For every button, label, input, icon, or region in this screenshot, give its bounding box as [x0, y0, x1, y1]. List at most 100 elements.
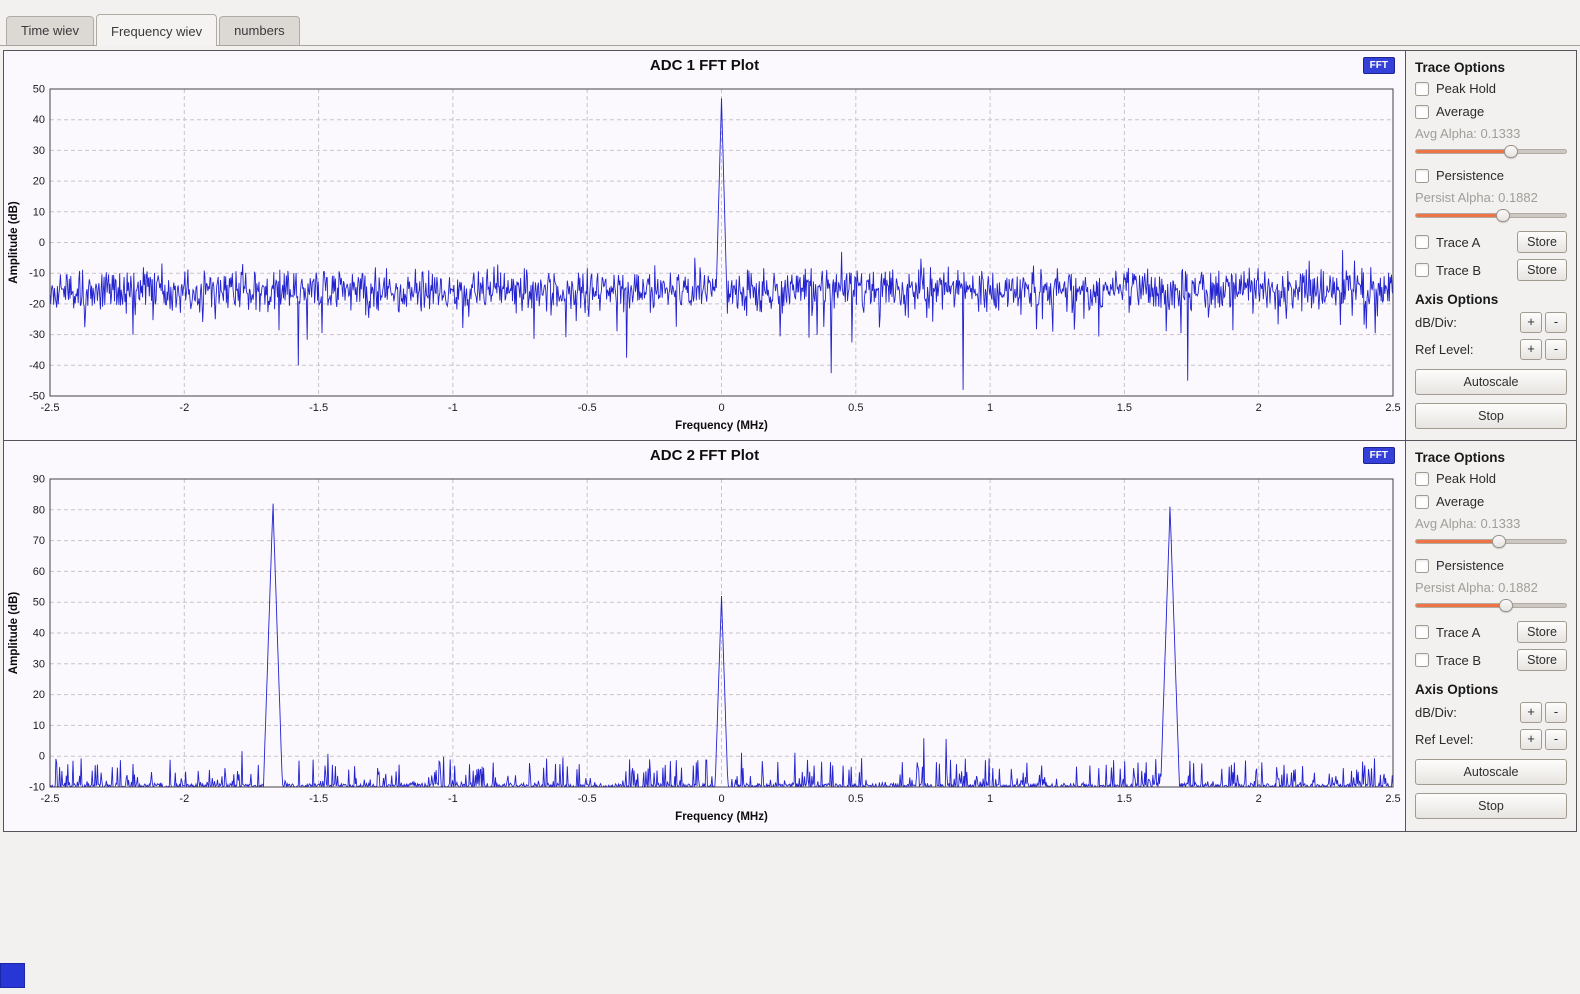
- ref-level-row: Ref Level: + -: [1415, 336, 1567, 363]
- fft-chart-adc1[interactable]: -50-40-30-20-1001020304050-2.5-2-1.5-1-0…: [4, 79, 1405, 440]
- y-tick-label: 60: [33, 566, 45, 578]
- slider-fill: [1416, 604, 1506, 607]
- persistence-row[interactable]: Persistence: [1415, 554, 1567, 577]
- peak-hold-checkbox[interactable]: [1415, 82, 1429, 96]
- ref-level-plus-button[interactable]: +: [1520, 339, 1542, 360]
- average-checkbox[interactable]: [1415, 105, 1429, 119]
- average-checkbox[interactable]: [1415, 495, 1429, 509]
- y-tick-label: 10: [33, 720, 45, 732]
- x-tick-label: 1: [987, 793, 993, 805]
- ref-level-minus-button[interactable]: -: [1545, 729, 1567, 750]
- peak-hold-row[interactable]: Peak Hold: [1415, 467, 1567, 490]
- x-axis-label: Frequency (MHz): [675, 420, 768, 432]
- peak-hold-row[interactable]: Peak Hold: [1415, 77, 1567, 100]
- slider-handle[interactable]: [1496, 209, 1510, 222]
- trace-controls-adc1: Trace Options Peak Hold Average Avg Alph…: [1406, 51, 1576, 440]
- y-tick-label: 30: [33, 145, 45, 157]
- y-tick-label: 50: [33, 597, 45, 609]
- persist-alpha-slider[interactable]: [1415, 598, 1567, 613]
- y-tick-label: 20: [33, 689, 45, 701]
- slider-handle[interactable]: [1499, 599, 1513, 612]
- db-div-minus-button[interactable]: -: [1545, 312, 1567, 333]
- trace-a-store-button[interactable]: Store: [1517, 231, 1567, 253]
- average-label: Average: [1436, 494, 1484, 509]
- persist-alpha-label: Persist Alpha: 0.1882: [1415, 577, 1567, 597]
- y-tick-label: 30: [33, 658, 45, 670]
- tab-time-view[interactable]: Time wiev: [6, 16, 94, 45]
- ref-level-buttons: + -: [1520, 339, 1567, 360]
- trace-a-row: Trace A Store: [1415, 618, 1567, 646]
- db-div-plus-button[interactable]: +: [1520, 312, 1542, 333]
- average-label: Average: [1436, 104, 1484, 119]
- average-row[interactable]: Average: [1415, 490, 1567, 513]
- trace-b-checkbox[interactable]: [1415, 263, 1429, 277]
- avg-alpha-label: Avg Alpha: 0.1333: [1415, 513, 1567, 533]
- y-tick-label: 20: [33, 176, 45, 188]
- application-window: { "window": { "background": "#f2f1f0", "…: [0, 0, 1580, 994]
- x-tick-label: 1.5: [1117, 793, 1132, 805]
- persistence-checkbox[interactable]: [1415, 559, 1429, 573]
- autoscale-button[interactable]: Autoscale: [1415, 759, 1567, 785]
- chart-bg: [4, 469, 1405, 831]
- db-div-row: dB/Div: + -: [1415, 309, 1567, 336]
- ref-level-row: Ref Level: + -: [1415, 726, 1567, 753]
- plot-title-adc2: ADC 2 FFT Plot: [650, 447, 759, 464]
- tab-frequency-view[interactable]: Frequency wiev: [96, 14, 217, 46]
- slider-track[interactable]: [1415, 213, 1567, 218]
- y-tick-label: 70: [33, 535, 45, 547]
- tab-numbers[interactable]: numbers: [219, 16, 300, 45]
- db-div-minus-button[interactable]: -: [1545, 702, 1567, 723]
- fft-size-button[interactable]: FFT: [1363, 447, 1395, 464]
- y-tick-label: 0: [39, 751, 45, 763]
- chart-bg: [4, 79, 1405, 440]
- db-div-label: dB/Div:: [1415, 705, 1520, 720]
- ref-level-minus-button[interactable]: -: [1545, 339, 1567, 360]
- y-tick-label: 40: [33, 114, 45, 126]
- trace-b-row: Trace B Store: [1415, 646, 1567, 674]
- trace-b-store-button[interactable]: Store: [1517, 259, 1567, 281]
- y-tick-label: 80: [33, 504, 45, 516]
- slider-handle[interactable]: [1492, 535, 1506, 548]
- y-tick-label: 50: [33, 84, 45, 96]
- fft-chart-adc2[interactable]: -100102030405060708090-2.5-2-1.5-1-0.500…: [4, 469, 1405, 831]
- x-tick-label: -1: [448, 793, 458, 805]
- fft-size-button[interactable]: FFT: [1363, 57, 1395, 74]
- x-tick-label: 2.5: [1385, 402, 1400, 414]
- x-tick-label: 0.5: [848, 793, 863, 805]
- autoscale-button[interactable]: Autoscale: [1415, 369, 1567, 395]
- y-tick-label: -30: [29, 329, 45, 341]
- db-div-plus-button[interactable]: +: [1520, 702, 1542, 723]
- trace-controls-adc2: Trace Options Peak Hold Average Avg Alph…: [1406, 441, 1576, 831]
- persist-alpha-slider[interactable]: [1415, 208, 1567, 223]
- avg-alpha-slider[interactable]: [1415, 144, 1567, 159]
- x-tick-label: -2.5: [41, 402, 60, 414]
- trace-a-checkbox[interactable]: [1415, 625, 1429, 639]
- slider-track[interactable]: [1415, 149, 1567, 154]
- corner-blue-square: [0, 963, 25, 988]
- peak-hold-checkbox[interactable]: [1415, 472, 1429, 486]
- axis-options-header: Axis Options: [1415, 289, 1567, 309]
- x-tick-label: -1.5: [309, 402, 328, 414]
- y-axis-label: Amplitude (dB): [8, 592, 20, 675]
- stop-button[interactable]: Stop: [1415, 403, 1567, 429]
- plot-header: ADC 2 FFT Plot FFT: [4, 441, 1405, 469]
- x-tick-label: -2: [179, 402, 189, 414]
- trace-a-store-button[interactable]: Store: [1517, 621, 1567, 643]
- x-tick-label: -1: [448, 402, 458, 414]
- slider-handle[interactable]: [1504, 145, 1518, 158]
- trace-a-label: Trace A: [1436, 625, 1480, 640]
- ref-level-plus-button[interactable]: +: [1520, 729, 1542, 750]
- db-div-buttons: + -: [1520, 312, 1567, 333]
- slider-track[interactable]: [1415, 603, 1567, 608]
- trace-b-store-button[interactable]: Store: [1517, 649, 1567, 671]
- trace-a-checkbox[interactable]: [1415, 235, 1429, 249]
- avg-alpha-slider[interactable]: [1415, 534, 1567, 549]
- y-tick-label: 90: [33, 474, 45, 486]
- stop-button[interactable]: Stop: [1415, 793, 1567, 819]
- persistence-checkbox[interactable]: [1415, 169, 1429, 183]
- persistence-row[interactable]: Persistence: [1415, 164, 1567, 187]
- trace-b-checkbox[interactable]: [1415, 653, 1429, 667]
- x-tick-label: 2: [1256, 402, 1262, 414]
- x-axis-label: Frequency (MHz): [675, 811, 768, 823]
- average-row[interactable]: Average: [1415, 100, 1567, 123]
